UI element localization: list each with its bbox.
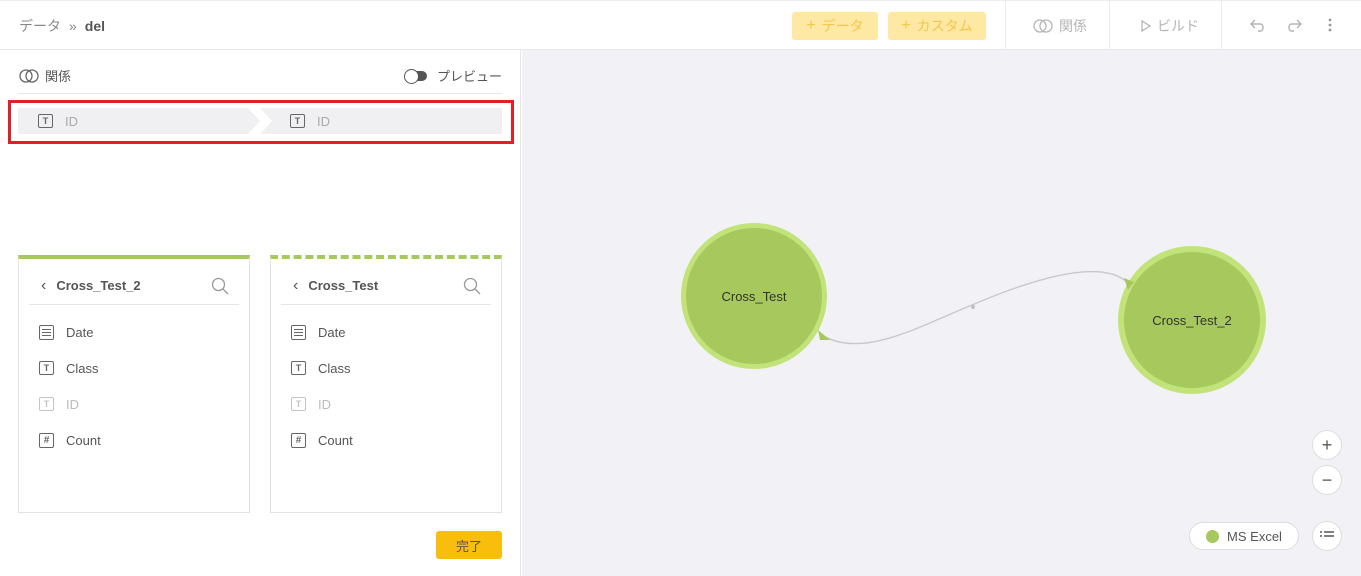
toolbar-divider xyxy=(1221,1,1222,50)
relation-icon xyxy=(19,68,39,83)
undo-icon[interactable] xyxy=(1247,14,1269,36)
field-item[interactable]: Date xyxy=(291,314,353,350)
add-data-label: データ xyxy=(821,18,864,34)
legend-color-dot xyxy=(1206,529,1220,543)
relation-graph: Cross_Test Cross_Test_2 xyxy=(681,223,1266,394)
relation-header: 関係 プレビュー xyxy=(19,64,502,94)
zoom-out-button[interactable]: − xyxy=(1312,465,1342,495)
add-custom-button[interactable]: + カスタム xyxy=(888,12,986,40)
field-name: Date xyxy=(66,324,94,340)
build-label: ビルド xyxy=(1157,18,1199,34)
toolbar-divider xyxy=(1109,1,1110,50)
relation-title-label: 関係 xyxy=(45,69,72,84)
field-item[interactable]: # Count xyxy=(291,422,353,458)
relation-canvas[interactable]: Cross_Test Cross_Test_2 + − MS Excel xyxy=(522,50,1361,576)
field-name: Count xyxy=(66,432,101,448)
top-bar: データ » del + データ + カスタム 関係 ビルド xyxy=(0,0,1361,50)
relation-label: 関係 xyxy=(1059,18,1087,34)
search-icon[interactable] xyxy=(211,277,229,295)
add-custom-label: カスタム xyxy=(916,18,973,34)
join-right-field-label: ID xyxy=(317,113,330,129)
preview-toggle[interactable]: プレビュー xyxy=(403,66,502,85)
field-item[interactable]: T ID xyxy=(39,386,101,422)
add-data-button[interactable]: + データ xyxy=(792,12,878,40)
done-button[interactable]: 完了 xyxy=(436,531,502,559)
field-item[interactable]: # Count xyxy=(39,422,101,458)
text-type-icon: T xyxy=(38,114,53,128)
legend-badge: MS Excel xyxy=(1189,522,1299,550)
text-type-icon: T xyxy=(39,361,54,375)
legend-label: MS Excel xyxy=(1227,528,1282,544)
table-card-cross-test: ‹ Cross_Test Date T Class T ID # Count xyxy=(270,255,502,513)
breadcrumb-separator: » xyxy=(69,18,77,34)
field-name: Class xyxy=(66,360,99,376)
chevron-left-icon[interactable]: ‹ xyxy=(293,277,298,295)
more-vertical-icon[interactable] xyxy=(1319,14,1341,36)
join-right-field[interactable]: T ID xyxy=(260,108,502,134)
relation-button[interactable]: 関係 xyxy=(1033,12,1087,40)
field-name: Date xyxy=(318,324,346,340)
number-type-icon: # xyxy=(39,432,54,448)
field-item[interactable]: Date xyxy=(39,314,101,350)
field-name: ID xyxy=(66,396,79,412)
zoom-in-button[interactable]: + xyxy=(1312,430,1342,460)
plus-icon: + xyxy=(901,17,911,34)
field-list: Date T Class T ID # Count xyxy=(291,314,353,458)
field-name: Class xyxy=(318,360,351,376)
text-type-icon: T xyxy=(291,361,306,375)
node-cross-test[interactable]: Cross_Test xyxy=(681,223,830,369)
breadcrumb: データ » del xyxy=(19,16,105,36)
date-type-icon xyxy=(39,324,54,340)
search-icon[interactable] xyxy=(463,277,481,295)
list-icon[interactable] xyxy=(1312,521,1342,551)
toggle-switch[interactable] xyxy=(403,68,427,84)
field-list: Date T Class T ID # Count xyxy=(39,314,101,458)
join-left-field[interactable]: T ID xyxy=(18,108,260,134)
preview-label: プレビュー xyxy=(436,69,502,84)
field-name: Count xyxy=(318,432,353,448)
relation-title: 関係 xyxy=(19,66,71,85)
table-name: Cross_Test_2 xyxy=(56,278,141,293)
date-type-icon xyxy=(291,324,306,340)
node-label: Cross_Test_2 xyxy=(1152,313,1231,328)
join-condition-row[interactable]: T ID T ID xyxy=(18,108,502,134)
join-left-field-label: ID xyxy=(65,113,78,129)
node-cross-test-2[interactable]: Cross_Test_2 xyxy=(1118,246,1266,394)
chevron-left-icon[interactable]: ‹ xyxy=(41,277,46,295)
table-card-header: ‹ Cross_Test_2 xyxy=(29,267,239,305)
plus-icon: + xyxy=(806,17,816,34)
text-type-icon: T xyxy=(39,397,54,411)
field-item[interactable]: T ID xyxy=(291,386,353,422)
table-card-cross-test-2: ‹ Cross_Test_2 Date T Class T ID # Count xyxy=(18,255,250,513)
breadcrumb-current: del xyxy=(84,18,106,34)
build-button[interactable]: ビルド xyxy=(1141,12,1199,40)
table-card-header: ‹ Cross_Test xyxy=(281,267,491,305)
relation-icon xyxy=(1033,19,1053,33)
field-item[interactable]: T Class xyxy=(291,350,353,386)
field-name: ID xyxy=(318,396,331,412)
node-label: Cross_Test xyxy=(721,289,786,304)
field-item[interactable]: T Class xyxy=(39,350,101,386)
play-icon xyxy=(1141,20,1151,32)
toolbar-divider xyxy=(1005,1,1006,50)
relation-panel: 関係 プレビュー T ID T ID ‹ Cross_Test_2 Date T… xyxy=(0,50,521,576)
link-midpoint xyxy=(971,305,975,309)
number-type-icon: # xyxy=(291,432,306,448)
text-type-icon: T xyxy=(291,397,306,411)
table-name: Cross_Test xyxy=(308,278,379,293)
redo-icon[interactable] xyxy=(1283,14,1305,36)
breadcrumb-root[interactable]: データ xyxy=(19,16,61,36)
text-type-icon: T xyxy=(290,114,305,128)
